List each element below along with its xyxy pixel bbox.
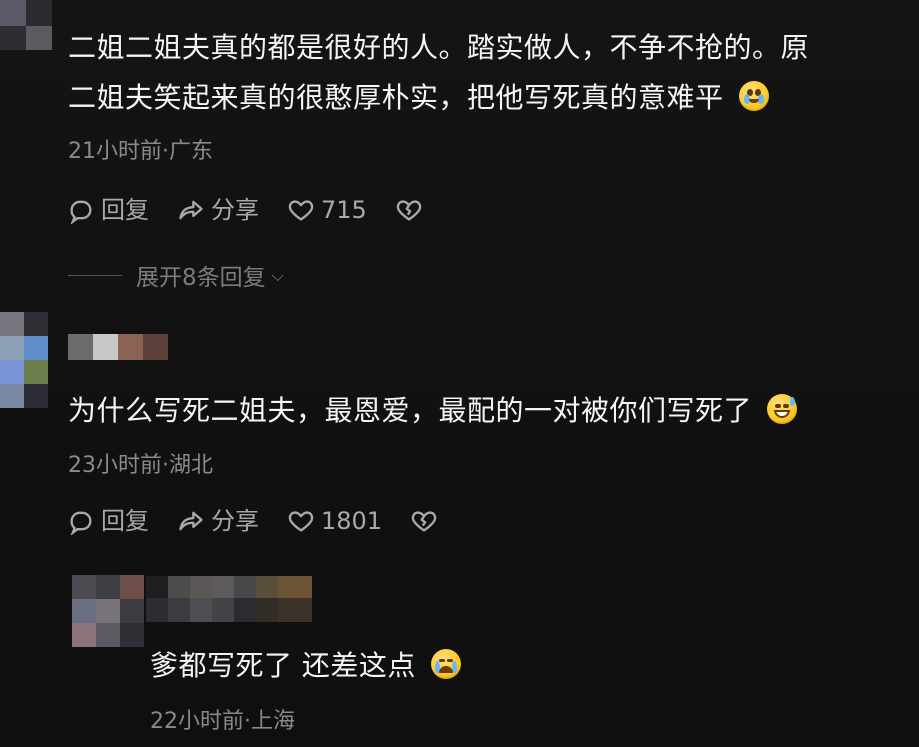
avatar-pixel <box>24 312 48 336</box>
username-pixel <box>68 334 93 360</box>
avatar-pixel <box>0 0 26 26</box>
avatar-pixel <box>26 26 52 50</box>
share-arrow-icon <box>179 511 203 531</box>
reply-button[interactable]: 回复 <box>67 196 149 224</box>
heart-outline-icon <box>288 200 314 221</box>
expand-divider <box>68 274 122 276</box>
reply-label: 回复 <box>101 507 149 535</box>
avatar-pixel <box>0 26 26 50</box>
comment-actions: 回复 分享 715 <box>67 196 457 224</box>
expand-label: 展开8条回复 <box>136 265 266 291</box>
avatar-pixel <box>72 623 96 647</box>
comment-time-location: 21小时前·广东 <box>68 139 213 164</box>
comment-text: 二姐夫笑起来真的很憨厚朴实，把他写死真的意难平 <box>68 81 724 114</box>
username-pixel <box>146 598 168 622</box>
grinning-sweat-icon <box>767 394 798 424</box>
comment-text: 爹都写死了 还差这点 <box>150 649 416 682</box>
like-button[interactable]: 715 <box>287 196 367 224</box>
username-pixel <box>190 598 212 622</box>
dislike-button[interactable] <box>410 507 444 535</box>
username-pixelated-second <box>68 334 168 360</box>
share-button[interactable]: 分享 <box>177 196 259 224</box>
username-pixel <box>278 576 312 598</box>
reply-label: 回复 <box>101 196 149 224</box>
comment-time-location: 23小时前·湖北 <box>68 453 213 478</box>
avatar-pixelated-second <box>0 312 54 408</box>
comment-text-line-1: 为什么写死二姐夫，最恩爱，最配的一对被你们写死了 <box>68 390 798 432</box>
share-button[interactable]: 分享 <box>177 507 259 535</box>
chat-bubble-icon <box>70 511 92 535</box>
dislike-button[interactable] <box>395 196 429 224</box>
comment-text-line-1: 二姐二姐夫真的都是很好的人。踏实做人，不争不抢的。原 <box>68 27 809 69</box>
comment-text-line-2: 二姐夫笑起来真的很憨厚朴实，把他写死真的意难平 <box>68 77 769 119</box>
username-pixel <box>190 576 212 598</box>
username-pixel <box>256 576 278 598</box>
avatar-pixel <box>120 623 144 647</box>
avatar-pixel <box>0 384 24 408</box>
comment-text-line-1: 爹都写死了 还差这点 <box>150 645 462 687</box>
share-label: 分享 <box>211 196 259 224</box>
avatar-pixel <box>0 360 24 384</box>
avatar-pixel <box>96 575 120 599</box>
avatar-pixel <box>0 336 24 360</box>
avatar-pixel <box>72 575 96 599</box>
share-arrow-icon <box>179 200 203 220</box>
avatar-pixel <box>120 599 144 623</box>
crying-face-icon <box>431 649 462 679</box>
avatar-pixel <box>0 312 24 336</box>
avatar-pixel <box>120 575 144 599</box>
reply-button[interactable]: 回复 <box>67 507 149 535</box>
username-pixel <box>143 334 168 360</box>
username-pixel <box>234 576 256 598</box>
username-pixel <box>93 334 118 360</box>
username-pixel <box>168 576 190 598</box>
username-pixel <box>212 598 234 622</box>
like-button[interactable]: 1801 <box>287 507 382 535</box>
comment-page: 二姐二姐夫真的都是很好的人。踏实做人，不争不抢的。原 二姐夫笑起来真的很憨厚朴实… <box>0 0 919 747</box>
avatar-pixelated-third <box>72 575 144 647</box>
username-pixel <box>278 598 312 622</box>
username-pixel <box>212 576 234 598</box>
avatar-pixel <box>24 336 48 360</box>
comment-text: 为什么写死二姐夫，最恩爱，最配的一对被你们写死了 <box>68 394 753 427</box>
username-pixel <box>256 598 278 622</box>
share-label: 分享 <box>211 507 259 535</box>
heart-broken-icon <box>411 511 437 532</box>
comment-text: 二姐二姐夫真的都是很好的人。踏实做人，不争不抢的。原 <box>68 31 810 64</box>
avatar-pixel <box>96 599 120 623</box>
avatar-pixel <box>72 599 96 623</box>
avatar-pixel <box>24 384 48 408</box>
heart-broken-icon <box>396 200 422 221</box>
comment-actions: 回复 分享 1801 <box>67 507 472 535</box>
comment-time-location: 22小时前·上海 <box>150 709 295 734</box>
username-pixelated-third <box>146 576 312 622</box>
pleading-face-icon <box>738 81 769 111</box>
avatar-pixel <box>26 0 52 26</box>
username-pixel <box>146 576 168 598</box>
avatar-pixel <box>24 360 48 384</box>
avatar-pixel <box>96 623 120 647</box>
username-pixel <box>168 598 190 622</box>
like-count: 715 <box>321 196 367 224</box>
username-pixel <box>234 598 256 622</box>
heart-outline-icon <box>288 511 314 532</box>
like-count: 1801 <box>321 507 383 535</box>
chevron-down-icon: ⌵ <box>271 266 284 285</box>
chat-bubble-icon <box>70 200 92 224</box>
username-pixel <box>118 334 143 360</box>
avatar-pixelated-top <box>0 0 52 50</box>
expand-replies-button[interactable]: 展开8条回复 ⌵ <box>68 258 284 292</box>
